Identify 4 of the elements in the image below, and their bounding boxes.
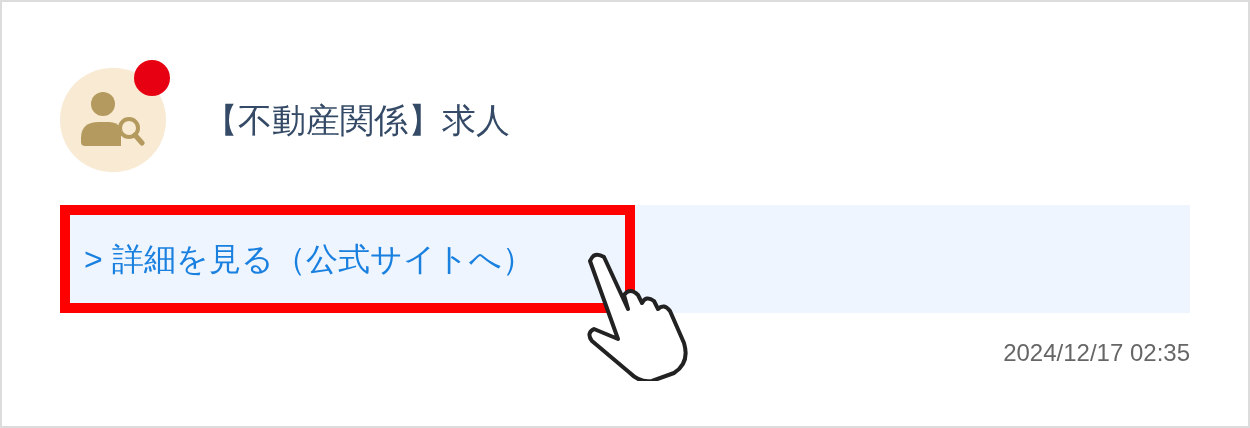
- timestamp: 2024/12/17 02:35: [1003, 338, 1190, 368]
- details-link[interactable]: > 詳細を見る（公式サイトへ）: [84, 235, 534, 283]
- user-search-icon: [81, 92, 145, 148]
- item-title: 【不動産関係】求人: [204, 99, 510, 141]
